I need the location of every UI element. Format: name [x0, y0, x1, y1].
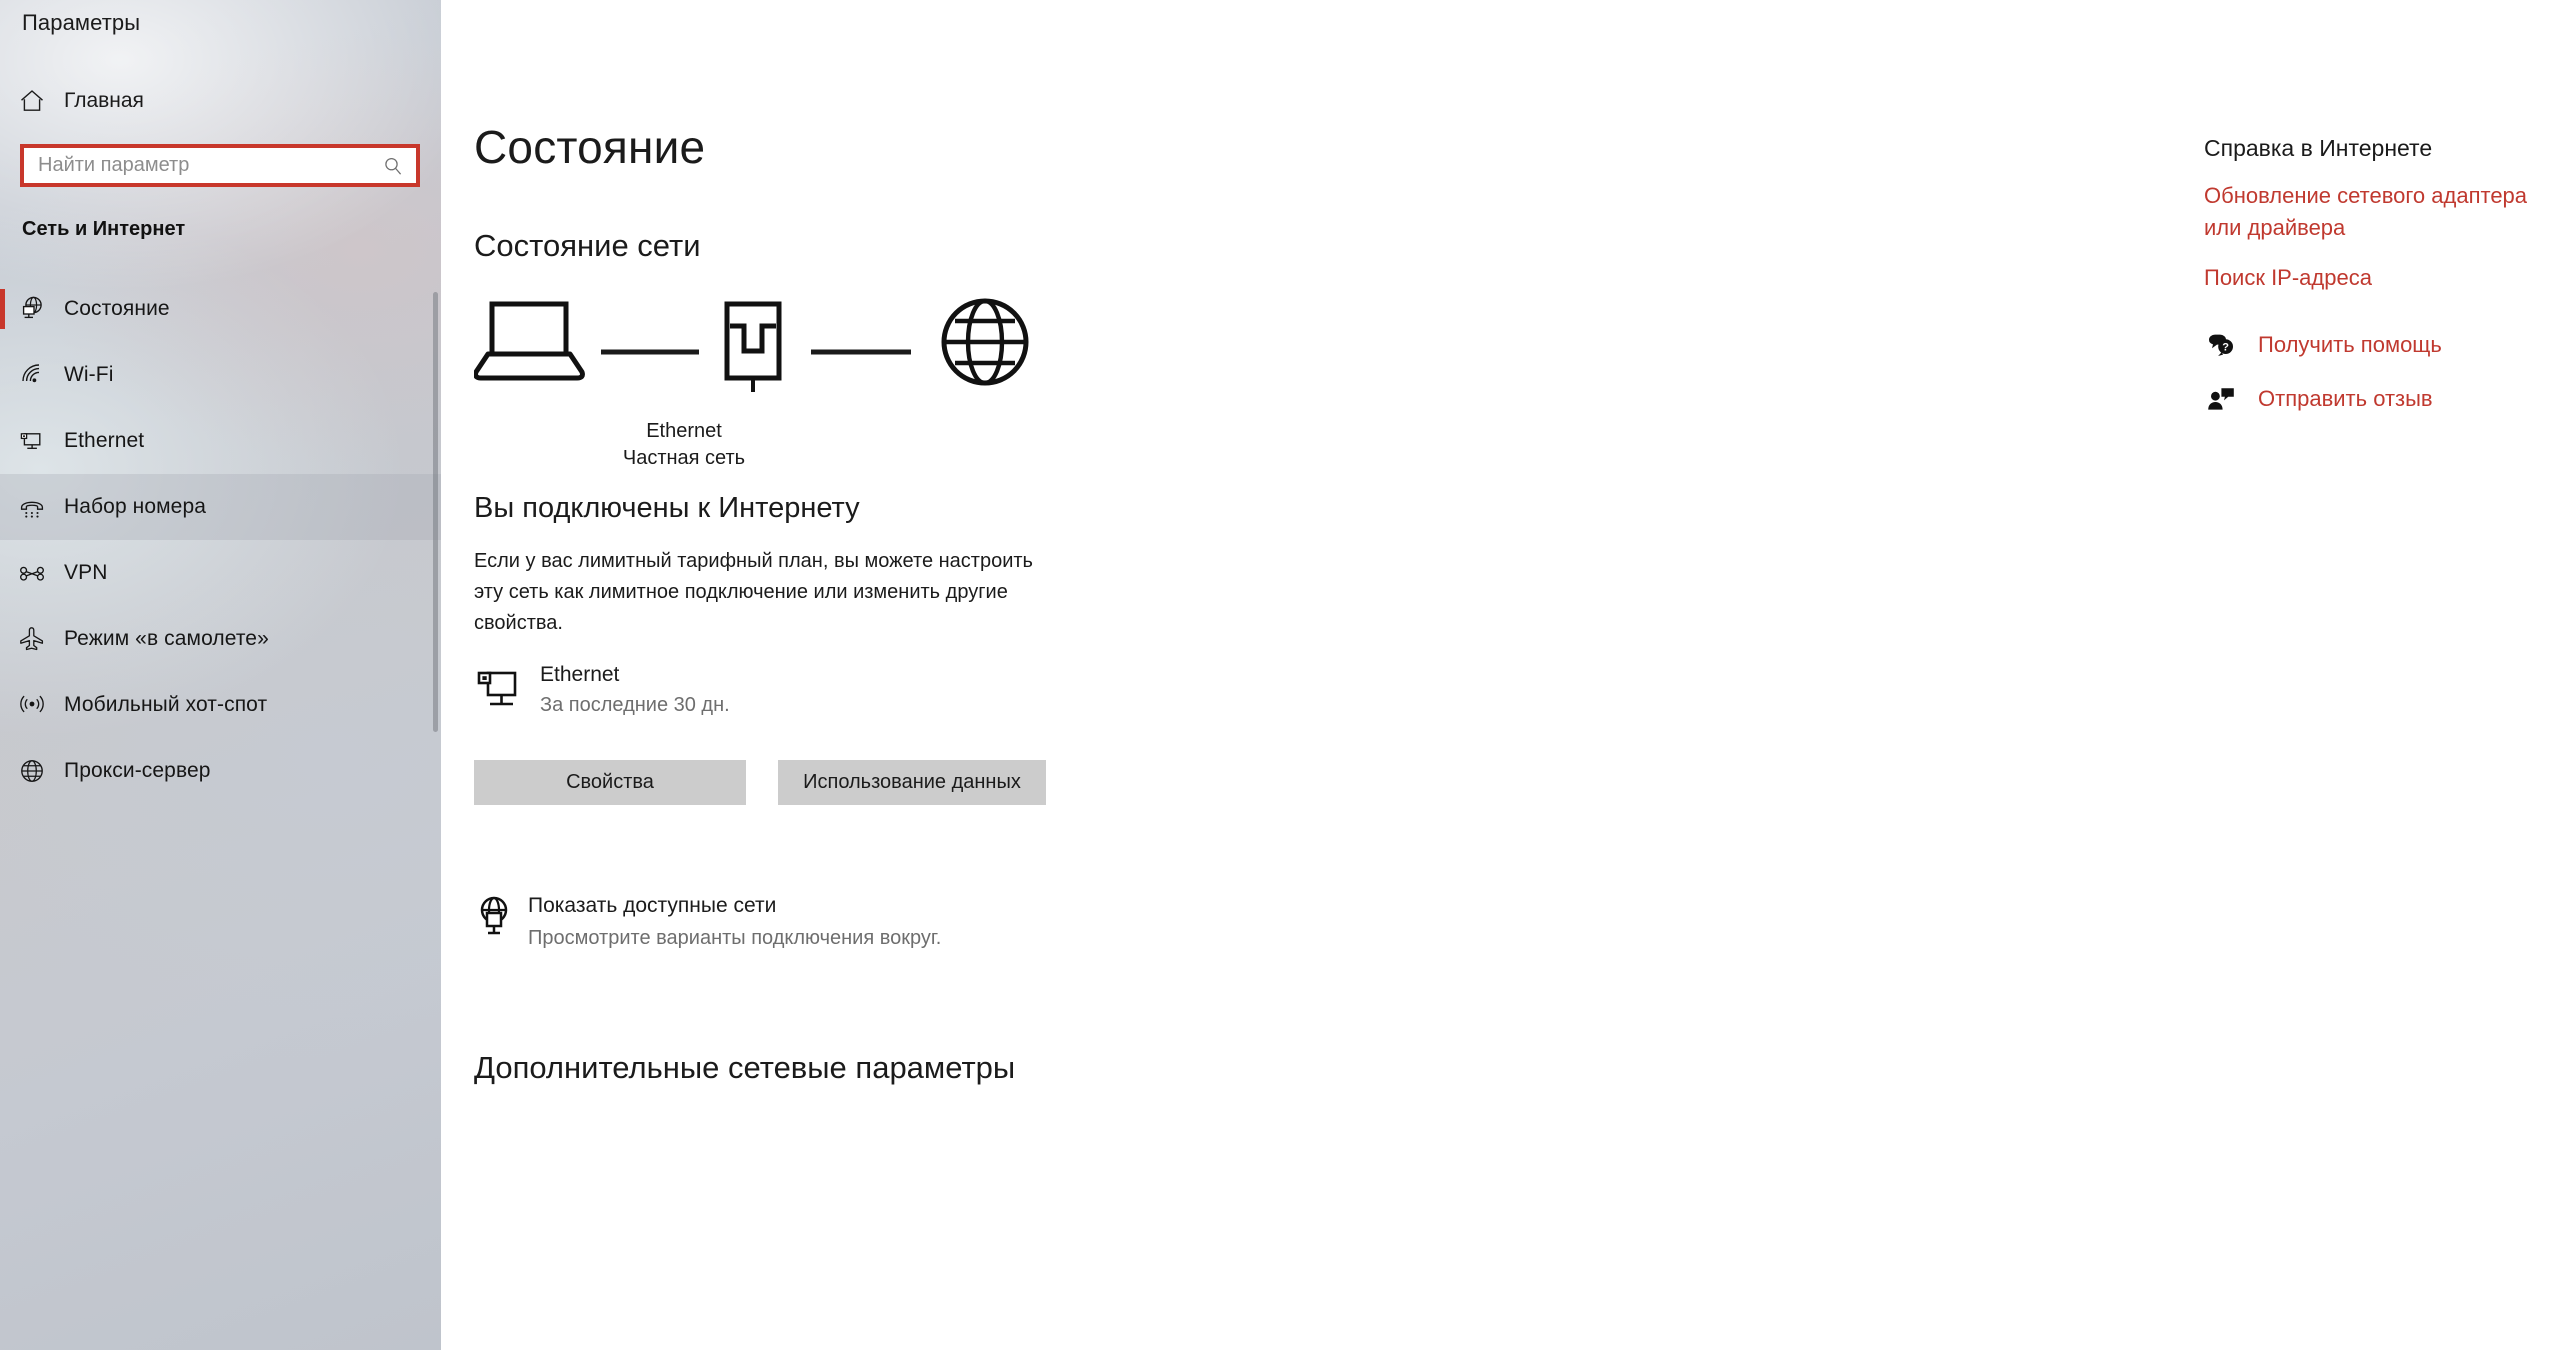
laptop-icon [473, 301, 585, 381]
connection-heading: Вы подключены к Интернету [474, 492, 860, 524]
help-links: Обновление сетевого адаптера или драйвер… [2204, 180, 2534, 312]
sidebar: Параметры Главная Сеть и Интернет [0, 0, 441, 1350]
get-help-label: Получить помощь [2258, 332, 2442, 357]
help-link-update-driver[interactable]: Обновление сетевого адаптера или драйвер… [2204, 180, 2534, 244]
search-icon[interactable] [382, 155, 404, 177]
sidebar-item-dialup[interactable]: Набор номера [0, 474, 441, 540]
sidebar-item-vpn-label: VPN [64, 561, 108, 584]
connection-description: Если у вас лимитный тарифный план, вы мо… [474, 550, 1033, 634]
network-diagram [473, 290, 1114, 410]
sidebar-item-airplane-mode[interactable]: Режим «в самолете» [0, 606, 441, 672]
search-input[interactable] [24, 148, 416, 183]
globe-small-icon [474, 890, 528, 938]
adapter-button-row: Свойства Использование данных [474, 760, 1046, 805]
send-feedback-label: Отправить отзыв [2258, 386, 2433, 411]
vpn-icon [0, 558, 64, 588]
data-usage-button[interactable]: Использование данных [778, 760, 1046, 805]
dialup-phone-icon [0, 492, 64, 522]
sidebar-item-wifi[interactable]: Wi-Fi [0, 342, 441, 408]
wifi-icon [0, 360, 64, 390]
sidebar-item-status-label: Состояние [64, 297, 170, 320]
hotspot-icon [0, 690, 64, 720]
sidebar-item-dialup-label: Набор номера [64, 495, 207, 518]
sidebar-item-ethernet[interactable]: Ethernet [0, 408, 441, 474]
main-content: Состояние Состояние сети Ethernet Частна… [441, 0, 2558, 1350]
network-diagram-labels: Ethernet Частная сеть [474, 418, 894, 472]
page-title: Состояние [474, 121, 706, 173]
adapter-name: Ethernet [540, 663, 620, 686]
show-networks-subtitle: Просмотрите варианты подключения вокруг. [528, 927, 942, 949]
advanced-settings-heading: Дополнительные сетевые параметры [474, 1050, 1016, 1085]
home-icon [0, 87, 64, 115]
adapter-subtitle: За последние 30 дн. [540, 694, 730, 716]
airplane-icon [0, 624, 64, 654]
sidebar-item-mobile-hotspot[interactable]: Мобильный хот-спот [0, 672, 441, 738]
help-link-find-ip[interactable]: Поиск IP-адреса [2204, 262, 2534, 294]
show-available-networks[interactable]: Показать доступные сети Просмотрите вари… [474, 890, 941, 954]
sidebar-scrollbar[interactable] [433, 292, 438, 732]
help-panel-title: Справка в Интернете [2204, 135, 2433, 161]
adapter-summary: Ethernet За последние 30 дн. [474, 660, 730, 720]
sidebar-item-mobile-hotspot-label: Мобильный хот-спот [64, 693, 268, 716]
ethernet-port-icon [724, 301, 782, 392]
ethernet-icon [0, 426, 64, 456]
search-box[interactable] [20, 144, 420, 187]
sidebar-item-wifi-label: Wi-Fi [64, 363, 114, 386]
app-title: Параметры [22, 10, 141, 35]
get-help-action[interactable]: ? Получить помощь [2204, 330, 2534, 360]
sidebar-item-vpn[interactable]: VPN [0, 540, 441, 606]
send-feedback-action[interactable]: Отправить отзыв [2204, 384, 2534, 414]
diagram-label-adapter: Ethernet [646, 420, 722, 442]
section-title-network-status: Состояние сети [474, 228, 701, 263]
properties-button[interactable]: Свойства [474, 760, 746, 805]
sidebar-group-title: Сеть и Интернет [22, 218, 186, 240]
sidebar-item-status[interactable]: Состояние [0, 276, 441, 342]
proxy-globe-icon [0, 756, 64, 786]
globe-icon [941, 298, 1029, 386]
sidebar-item-proxy[interactable]: Прокси-сервер [0, 738, 441, 804]
question-bubble-icon: ? [2204, 330, 2238, 360]
sidebar-item-ethernet-label: Ethernet [64, 429, 145, 452]
feedback-person-icon [2204, 384, 2238, 414]
show-networks-title: Показать доступные сети [528, 894, 777, 917]
sidebar-item-proxy-label: Прокси-сервер [64, 759, 211, 782]
sidebar-item-airplane-mode-label: Режим «в самолете» [64, 627, 269, 650]
help-actions: ? Получить помощь Отправить отзыв [2204, 330, 2534, 438]
ethernet-monitor-icon [474, 660, 540, 714]
svg-text:?: ? [2222, 342, 2229, 354]
sidebar-item-home[interactable]: Главная [0, 78, 441, 124]
network-status-icon [0, 294, 64, 324]
sidebar-item-home-label: Главная [64, 89, 144, 112]
diagram-label-network-type: Частная сеть [622, 447, 746, 469]
sidebar-nav-list: Состояние Wi-Fi Ethernet Набор номера VP… [0, 276, 441, 804]
